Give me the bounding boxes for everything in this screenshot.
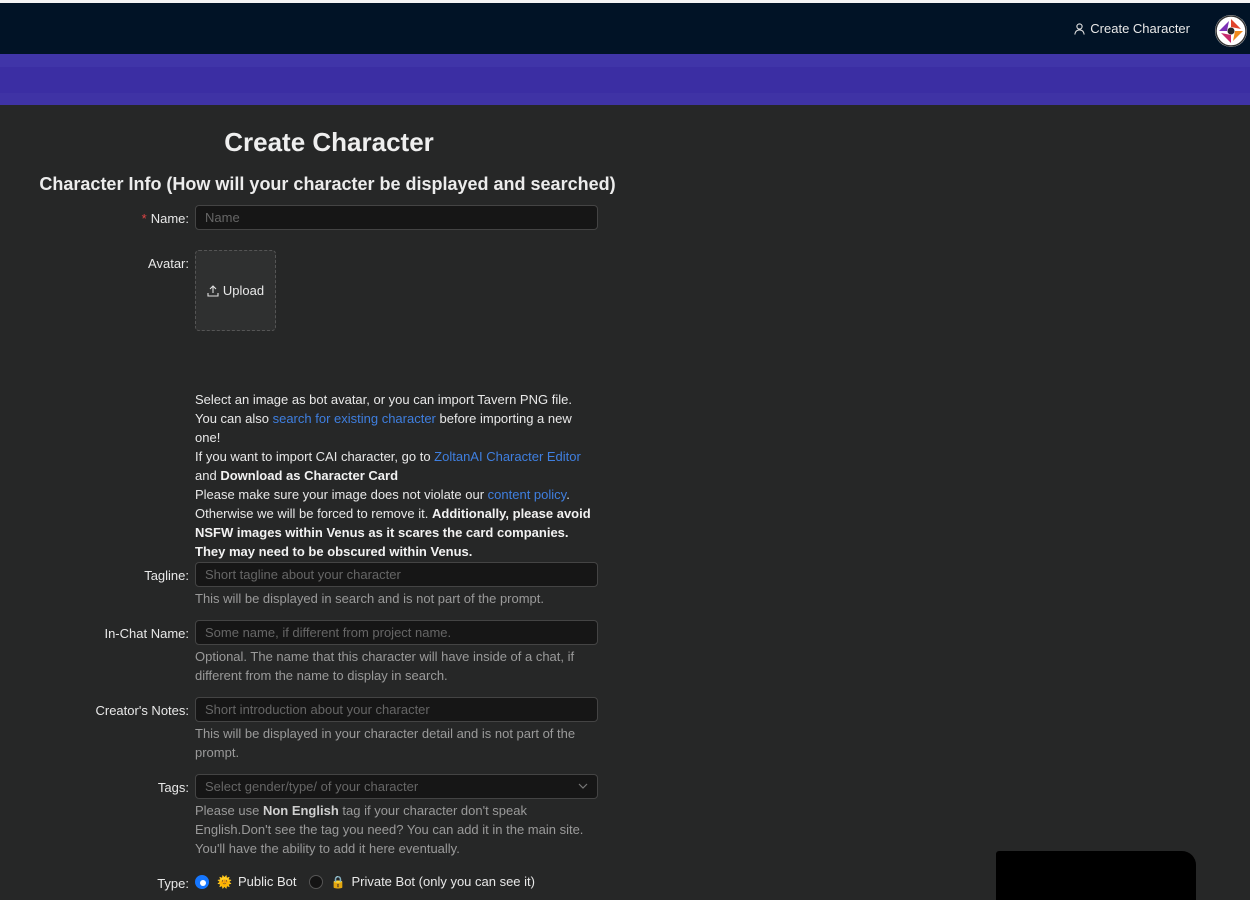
content-policy-link[interactable]: content policy bbox=[488, 487, 567, 502]
creators-notes-input[interactable] bbox=[195, 697, 598, 722]
zoltanai-editor-link[interactable]: ZoltanAI Character Editor bbox=[434, 449, 581, 464]
create-character-link[interactable]: Create Character bbox=[1074, 21, 1190, 36]
public-bot-label: Public Bot bbox=[237, 874, 297, 889]
public-bot-radio[interactable] bbox=[195, 874, 209, 889]
search-existing-character-link[interactable]: search for existing character bbox=[273, 411, 436, 426]
in-chat-name-help: Optional. The name that this character w… bbox=[195, 649, 575, 683]
tags-select-placeholder: Select gender/type/ of your character bbox=[205, 779, 419, 794]
page-title: Create Character bbox=[224, 127, 434, 157]
avatar-label: Avatar: bbox=[148, 256, 189, 271]
in-chat-name-label: In-Chat Name: bbox=[104, 626, 189, 641]
redacted-area bbox=[996, 851, 1196, 900]
avatar-description: Select an image as bot avatar, or you ca… bbox=[195, 392, 591, 559]
tags-select[interactable]: Select gender/type/ of your character bbox=[195, 774, 598, 799]
private-bot-option[interactable]: 🔒 Private Bot (only you can see it) bbox=[308, 874, 535, 889]
private-bot-label: Private Bot (only you can see it) bbox=[351, 874, 535, 889]
user-icon bbox=[1074, 22, 1086, 35]
upload-icon bbox=[207, 284, 219, 297]
name-input[interactable] bbox=[195, 205, 598, 230]
tagline-help: This will be displayed in search and is … bbox=[195, 591, 545, 606]
in-chat-name-input[interactable] bbox=[195, 620, 598, 645]
private-bot-radio[interactable] bbox=[308, 874, 323, 889]
name-label: * Name: bbox=[141, 211, 189, 226]
sun-icon: 🌞 bbox=[217, 874, 232, 889]
lock-icon: 🔒 bbox=[330, 874, 346, 889]
create-character-link-label: Create Character bbox=[1090, 21, 1190, 36]
tags-label: Tags: bbox=[157, 780, 189, 795]
avatar-upload-button[interactable]: Upload bbox=[195, 250, 276, 331]
section-title: Character Info (How will your character … bbox=[39, 174, 616, 194]
upload-label: Upload bbox=[222, 283, 265, 298]
public-bot-option[interactable]: 🌞 Public Bot bbox=[195, 874, 297, 889]
tagline-label: Tagline: bbox=[144, 568, 189, 583]
type-radio-group: 🌞 Public Bot 🔒 Private Bot (only you can… bbox=[195, 874, 547, 889]
top-header: Create Character bbox=[0, 3, 1250, 54]
tagline-input[interactable] bbox=[195, 562, 598, 587]
creators-notes-label: Creator's Notes: bbox=[95, 703, 189, 718]
avatar-icon[interactable] bbox=[1215, 15, 1247, 47]
chevron-down-icon bbox=[578, 783, 588, 789]
tags-help: Please use Non English tag if your chara… bbox=[195, 803, 584, 856]
type-label: Type: bbox=[157, 876, 189, 891]
creators-notes-help: This will be displayed in your character… bbox=[195, 726, 576, 760]
banner-band bbox=[0, 54, 1250, 105]
required-mark: * bbox=[141, 211, 147, 226]
